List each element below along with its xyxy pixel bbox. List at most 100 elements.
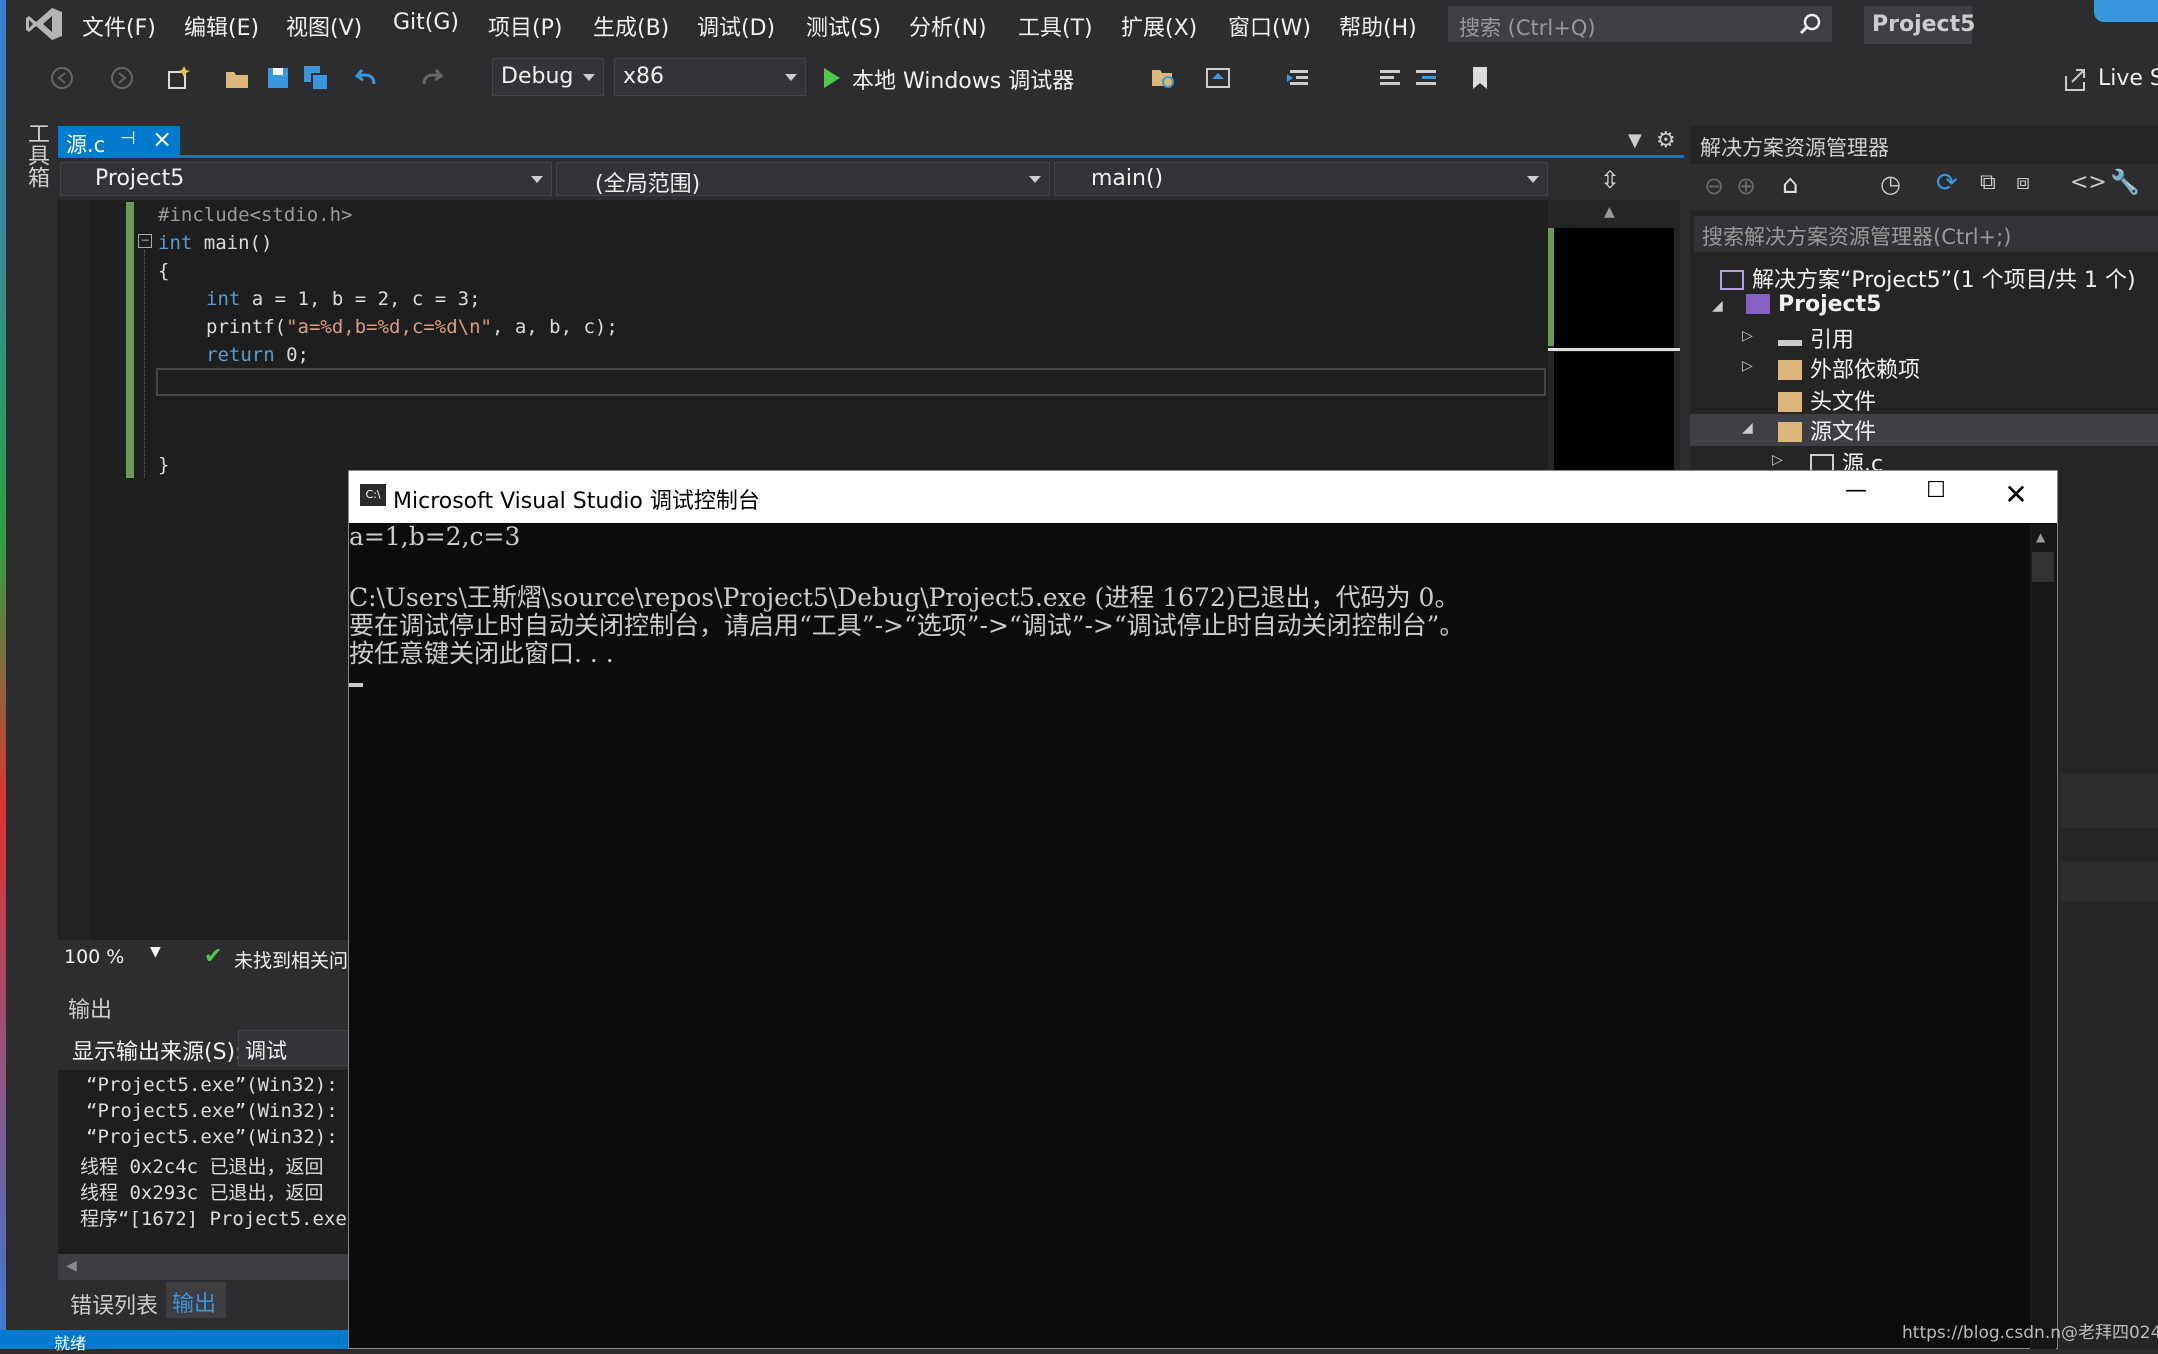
menu-view[interactable]: 视图(V) (286, 10, 362, 42)
tree-source-files[interactable]: 源文件 (1778, 414, 1876, 446)
search-placeholder: 搜索 (Ctrl+Q) (1459, 16, 1596, 40)
minimap-preview-lower (1554, 352, 1674, 472)
open-folder-icon[interactable] (224, 64, 252, 92)
solution-explorer-icon[interactable] (1204, 64, 1232, 92)
solution-search-input[interactable]: 搜索解决方案资源管理器(Ctrl+;) (1694, 216, 2158, 252)
configuration-select[interactable]: Debug (492, 58, 604, 96)
collapse-all-icon[interactable]: ⧉ (1980, 170, 1996, 195)
tab-error-list[interactable]: 错误列表 (70, 1288, 158, 1320)
navigate-forward-icon[interactable] (108, 64, 136, 92)
issues-status[interactable]: 未找到相关问 (234, 946, 348, 973)
solution-icon (1720, 270, 1744, 290)
close-icon[interactable]: × (152, 125, 172, 153)
tree-project[interactable]: Project5 (1746, 292, 1881, 317)
collapse-toggle-icon[interactable]: − (138, 234, 152, 248)
collapsed-arrow-icon[interactable]: ▷ (1742, 358, 1753, 374)
menu-analyze[interactable]: 分析(N) (909, 10, 987, 42)
text-cursor (349, 683, 363, 687)
home-icon[interactable]: ⌂ (1782, 170, 1799, 200)
sync-icon[interactable]: ⟳ (1936, 168, 1958, 198)
split-window-icon[interactable]: ⇳ (1600, 166, 1620, 194)
search-input[interactable]: 搜索 (Ctrl+Q) (1448, 6, 1832, 42)
pending-changes-icon[interactable]: ◷ (1880, 170, 1901, 198)
menu-edit[interactable]: 编辑(E) (184, 10, 259, 42)
platform-select[interactable]: x86 (614, 58, 806, 96)
view-code-icon[interactable]: <> (2070, 170, 2107, 195)
document-tab-strip (58, 126, 1684, 158)
global-scope-select[interactable]: (全局范围) (556, 162, 1050, 197)
output-horizontal-scrollbar[interactable]: ◀ (58, 1254, 358, 1280)
tab-output[interactable]: 输出 (166, 1282, 226, 1318)
output-source-select[interactable]: 调试 (238, 1030, 358, 1066)
menu-git[interactable]: Git(G) (393, 10, 459, 35)
maximize-icon[interactable]: ☐ (1906, 478, 1966, 518)
close-icon[interactable]: ✕ (1986, 478, 2046, 518)
menu-project[interactable]: 项目(P) (488, 10, 562, 42)
console-title: Microsoft Visual Studio 调试控制台 (393, 489, 760, 514)
project-label: Project5 (1778, 292, 1882, 317)
comment-lines-icon[interactable] (1376, 64, 1404, 92)
indent-icon[interactable] (1284, 64, 1312, 92)
minimize-icon[interactable]: — (1826, 478, 1886, 518)
menu-window[interactable]: 窗口(W) (1228, 10, 1311, 42)
start-debugging-button[interactable]: 本地 Windows 调试器 (820, 60, 1090, 96)
scroll-up-icon[interactable]: ▲ (1604, 204, 1615, 220)
forward-icon[interactable]: ⊕ (1736, 172, 1756, 200)
menu-extensions[interactable]: 扩展(X) (1121, 10, 1197, 42)
tree-header-files[interactable]: 头文件 (1778, 384, 1876, 416)
scrollbar-thumb[interactable] (2032, 552, 2054, 582)
collapsed-arrow-icon[interactable]: ▷ (1772, 452, 1783, 468)
show-all-files-icon[interactable]: ⧈ (2016, 170, 2030, 195)
project-scope-select[interactable]: Project5 (60, 162, 552, 196)
find-in-files-icon[interactable] (1150, 64, 1178, 92)
code-line-4: int a = 1, b = 2, c = 3; (206, 288, 481, 310)
folder-icon (1778, 360, 1802, 380)
output-panel-title: 输出 (68, 998, 113, 1023)
output-line: 程序“[1672] Project5.exe (80, 1208, 347, 1230)
solution-name-badge: Project5 (1864, 6, 1975, 44)
live-share-button[interactable]: Live S (2098, 66, 2158, 91)
member-select[interactable]: main() (1054, 162, 1548, 196)
save-icon[interactable] (264, 64, 292, 92)
watermark: https://blog.csdn.n@老拜四0240 (1902, 1323, 2158, 1343)
redo-icon[interactable] (416, 64, 444, 92)
pin-icon[interactable]: ⊣ (120, 128, 136, 149)
menu-debug[interactable]: 调试(D) (697, 10, 775, 42)
uncomment-lines-icon[interactable] (1412, 64, 1440, 92)
bookmark-icon[interactable] (1466, 64, 1494, 92)
collapsed-arrow-icon[interactable]: ▷ (1742, 328, 1753, 344)
status-text: 就绪 (54, 1334, 87, 1353)
toolbox-tab[interactable]: 工具箱 (6, 108, 54, 1349)
zoom-level-select[interactable]: 100 % (64, 946, 124, 968)
save-all-icon[interactable] (302, 64, 330, 92)
output-line: “Project5.exe”(Win32): (86, 1100, 338, 1122)
account-badge[interactable] (2094, 0, 2158, 22)
expanded-arrow-icon[interactable]: ◢ (1712, 298, 1723, 314)
scroll-up-icon[interactable]: ▲ (2036, 530, 2045, 544)
code-line-3: { (158, 260, 169, 282)
tab-source-file[interactable]: 源.c ⊣ × (58, 125, 180, 158)
chevron-down-icon (1527, 176, 1539, 183)
tree-solution[interactable]: 解决方案“Project5”(1 个项目/共 1 个) (1720, 262, 2136, 294)
properties-wrench-icon[interactable]: 🔧 (2110, 168, 2140, 196)
tab-list-dropdown-icon[interactable]: ▼ (1628, 130, 1642, 151)
gear-icon[interactable]: ⚙ (1656, 128, 1676, 153)
external-deps-label: 外部依赖项 (1810, 358, 1921, 383)
menu-build[interactable]: 生成(B) (593, 10, 669, 42)
tree-external-deps[interactable]: 外部依赖项 (1778, 352, 1920, 384)
menu-tools[interactable]: 工具(T) (1018, 10, 1093, 42)
minimap-viewport[interactable] (1548, 348, 1680, 351)
live-share-icon[interactable] (2062, 66, 2090, 94)
menu-help[interactable]: 帮助(H) (1339, 10, 1417, 42)
back-icon[interactable]: ⊖ (1704, 172, 1724, 200)
navigate-back-icon[interactable] (48, 64, 76, 92)
scroll-left-icon[interactable]: ◀ (66, 1258, 77, 1274)
tree-references[interactable]: 引用 (1778, 322, 1854, 354)
undo-icon[interactable] (354, 64, 382, 92)
console-vertical-scrollbar[interactable] (2030, 524, 2056, 1349)
menu-file[interactable]: 文件(F) (82, 10, 156, 42)
menu-test[interactable]: 测试(S) (806, 10, 881, 42)
chevron-down-icon: ▼ (150, 944, 161, 960)
expanded-arrow-icon[interactable]: ◢ (1742, 420, 1753, 436)
new-project-icon[interactable] (164, 64, 192, 92)
